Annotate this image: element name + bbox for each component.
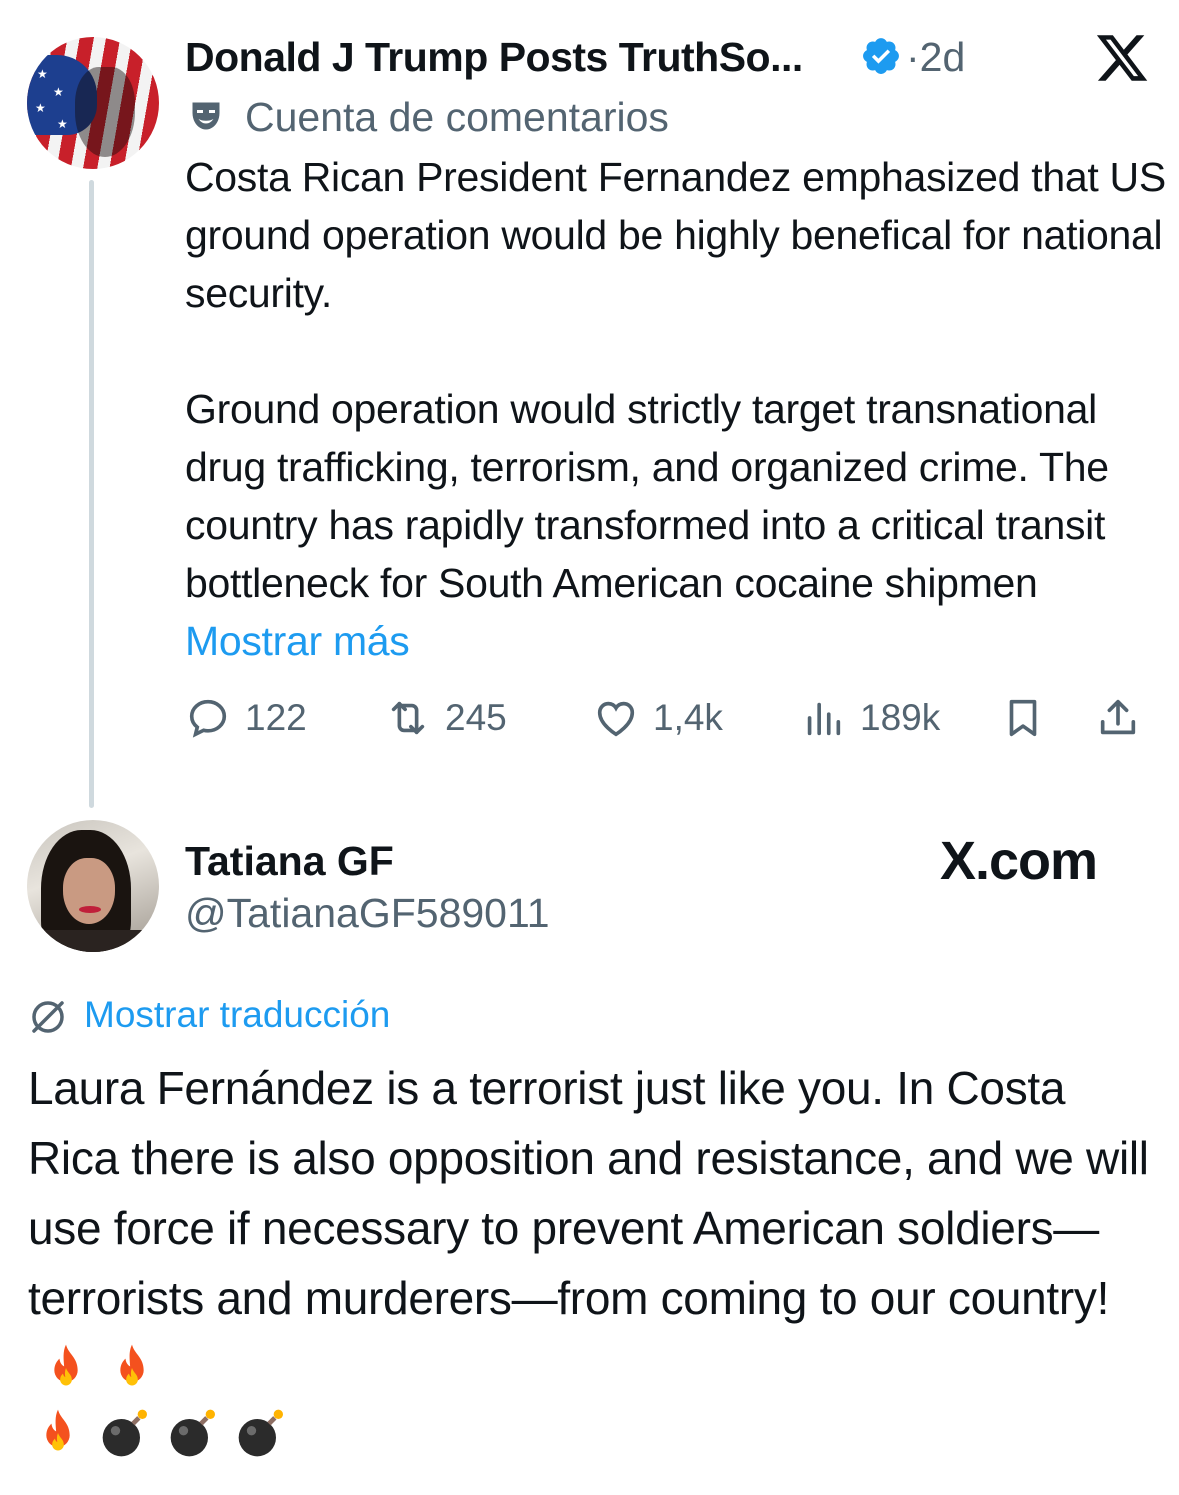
views-icon [807, 702, 841, 736]
reply-button[interactable]: 122 [185, 690, 307, 746]
emoji-row [30, 1405, 290, 1461]
author-name[interactable]: Donald J Trump Posts TruthSo... [185, 32, 803, 82]
like-count: 1,4k [653, 697, 723, 738]
x-logo-icon[interactable] [1094, 30, 1150, 86]
post-paragraph-1: Costa Rican President Fernandez emphasiz… [185, 154, 1166, 316]
action-bar: 122 245 1,4k 189k [185, 690, 1155, 750]
reply-text-content: Laura Fernández is a terrorist just like… [28, 1062, 1149, 1324]
reply-author-name[interactable]: Tatiana GF [185, 836, 394, 886]
repost-button[interactable]: 245 [385, 690, 507, 746]
avatar[interactable]: ★ ★ ★ ★ [27, 37, 159, 169]
bookmark-button[interactable] [1000, 690, 1046, 746]
reply-handle[interactable]: @TatianaGF589011 [185, 888, 550, 938]
post-paragraph-2: Ground operation would strictly target t… [185, 386, 1109, 606]
fire-emoji-icon [120, 1344, 144, 1386]
bomb-emoji-icon [170, 1409, 215, 1457]
bomb-emoji-icon [102, 1409, 147, 1457]
reply-count: 122 [245, 697, 307, 738]
globe-slash-icon [32, 1001, 64, 1033]
account-label: Cuenta de comentarios [245, 94, 669, 140]
fire-emoji-icon [46, 1409, 70, 1451]
repost-count: 245 [445, 697, 507, 738]
fire-emoji-icon [54, 1344, 78, 1386]
bookmark-icon [1009, 699, 1037, 737]
post-text: Costa Rican President Fernandez emphasiz… [185, 148, 1170, 670]
x-com-watermark: X.com [940, 831, 1098, 891]
views-button[interactable]: 189k [800, 690, 940, 746]
share-button[interactable] [1095, 690, 1141, 746]
show-more-link[interactable]: Mostrar más [185, 618, 410, 664]
view-count: 189k [860, 697, 941, 738]
heart-icon [597, 701, 635, 737]
repost-icon [391, 701, 425, 735]
show-translation-link[interactable]: Mostrar traducción [84, 990, 390, 1040]
thread-line [89, 180, 94, 808]
post-time[interactable]: ·2d [906, 32, 965, 82]
reply-text: Laura Fernández is a terrorist just like… [28, 1053, 1158, 1403]
parody-mask-icon [192, 102, 220, 130]
reply-icon [189, 699, 227, 738]
reply-avatar[interactable] [27, 820, 159, 952]
share-icon [1100, 699, 1136, 735]
like-button[interactable]: 1,4k [593, 690, 723, 746]
verified-badge-icon [863, 38, 899, 74]
bomb-emoji-icon [238, 1409, 283, 1457]
